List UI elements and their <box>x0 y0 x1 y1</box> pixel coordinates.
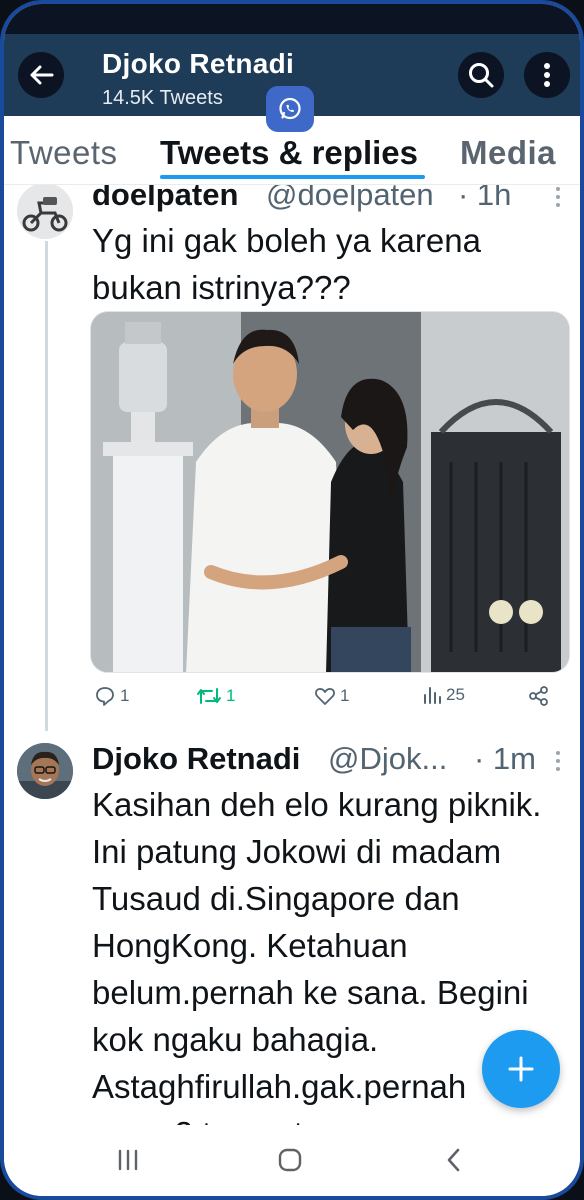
avatar[interactable] <box>17 743 73 799</box>
tweet-text: Yg ini gak boleh ya karena bukan istriny… <box>92 222 481 306</box>
active-tab-indicator <box>160 175 425 179</box>
profile-tabs: Tweets Tweets & replies Media <box>4 124 580 186</box>
share-button[interactable] <box>528 685 550 707</box>
more-vertical-icon <box>544 63 550 87</box>
tab-tweets-and-replies[interactable]: Tweets & replies <box>160 134 418 172</box>
views-icon <box>424 687 441 704</box>
tweet-actions: 1 1 1 25 <box>90 685 560 717</box>
whatsapp-icon <box>279 97 301 120</box>
author-handle[interactable]: @doelpaten <box>266 185 434 213</box>
home-button[interactable] <box>260 1140 320 1180</box>
reply-count: 1 <box>120 686 130 705</box>
home-icon <box>278 1148 302 1172</box>
tweet-photo[interactable] <box>90 311 570 673</box>
profile-avatar-image <box>17 743 73 799</box>
plus-icon <box>508 1056 534 1082</box>
thread-connector <box>45 241 48 731</box>
like-button[interactable]: 1 <box>314 685 349 707</box>
comment-icon <box>96 687 114 706</box>
recent-apps-icon <box>118 1149 138 1171</box>
more-options-button[interactable] <box>524 52 570 98</box>
system-back-button[interactable] <box>424 1140 484 1180</box>
author-handle[interactable]: @Djok... <box>328 741 447 777</box>
view-count: 25 <box>446 685 465 704</box>
reply-button[interactable]: 1 <box>94 685 129 707</box>
views-button[interactable]: 25 <box>422 685 465 705</box>
retweet-icon <box>197 688 221 704</box>
compose-button[interactable] <box>482 1030 560 1108</box>
author-name[interactable]: doelpaten <box>92 185 238 213</box>
tweet-time: · 1h <box>458 185 512 212</box>
author-name[interactable]: Djoko Retnadi <box>92 741 300 777</box>
scooter-avatar-image <box>17 185 73 239</box>
search-button[interactable] <box>458 52 504 98</box>
share-icon <box>529 686 548 706</box>
tweet-count: 14.5K Tweets <box>102 87 223 109</box>
tab-media[interactable]: Media <box>460 134 556 172</box>
recent-apps-button[interactable] <box>98 1140 158 1180</box>
search-icon <box>469 63 494 88</box>
timeline[interactable]: doelpaten @doelpaten · 1h Yg ini gak bol… <box>4 185 580 1125</box>
heart-icon <box>315 688 335 705</box>
retweet-count: 1 <box>226 686 236 705</box>
profile-name: Djoko Retnadi <box>102 48 295 79</box>
tweet-menu-button[interactable] <box>556 751 562 775</box>
device-frame: Djoko Retnadi 14.5K Tweets Tweets Tweets… <box>0 0 584 1200</box>
tweet-menu-button[interactable] <box>556 187 562 211</box>
arrow-left-icon <box>30 65 54 85</box>
avatar[interactable] <box>17 185 73 239</box>
whatsapp-badge[interactable] <box>266 86 314 132</box>
tweet-time: · 1m <box>474 741 536 776</box>
tab-tweets[interactable]: Tweets <box>10 134 118 172</box>
back-chevron-icon <box>447 1148 460 1172</box>
screen: Djoko Retnadi 14.5K Tweets Tweets Tweets… <box>4 4 580 1196</box>
wax-figure-photo <box>91 312 569 672</box>
back-button[interactable] <box>18 52 64 98</box>
like-count: 1 <box>340 686 350 705</box>
system-navigation-bar <box>4 1126 580 1196</box>
retweet-button[interactable]: 1 <box>196 685 235 707</box>
